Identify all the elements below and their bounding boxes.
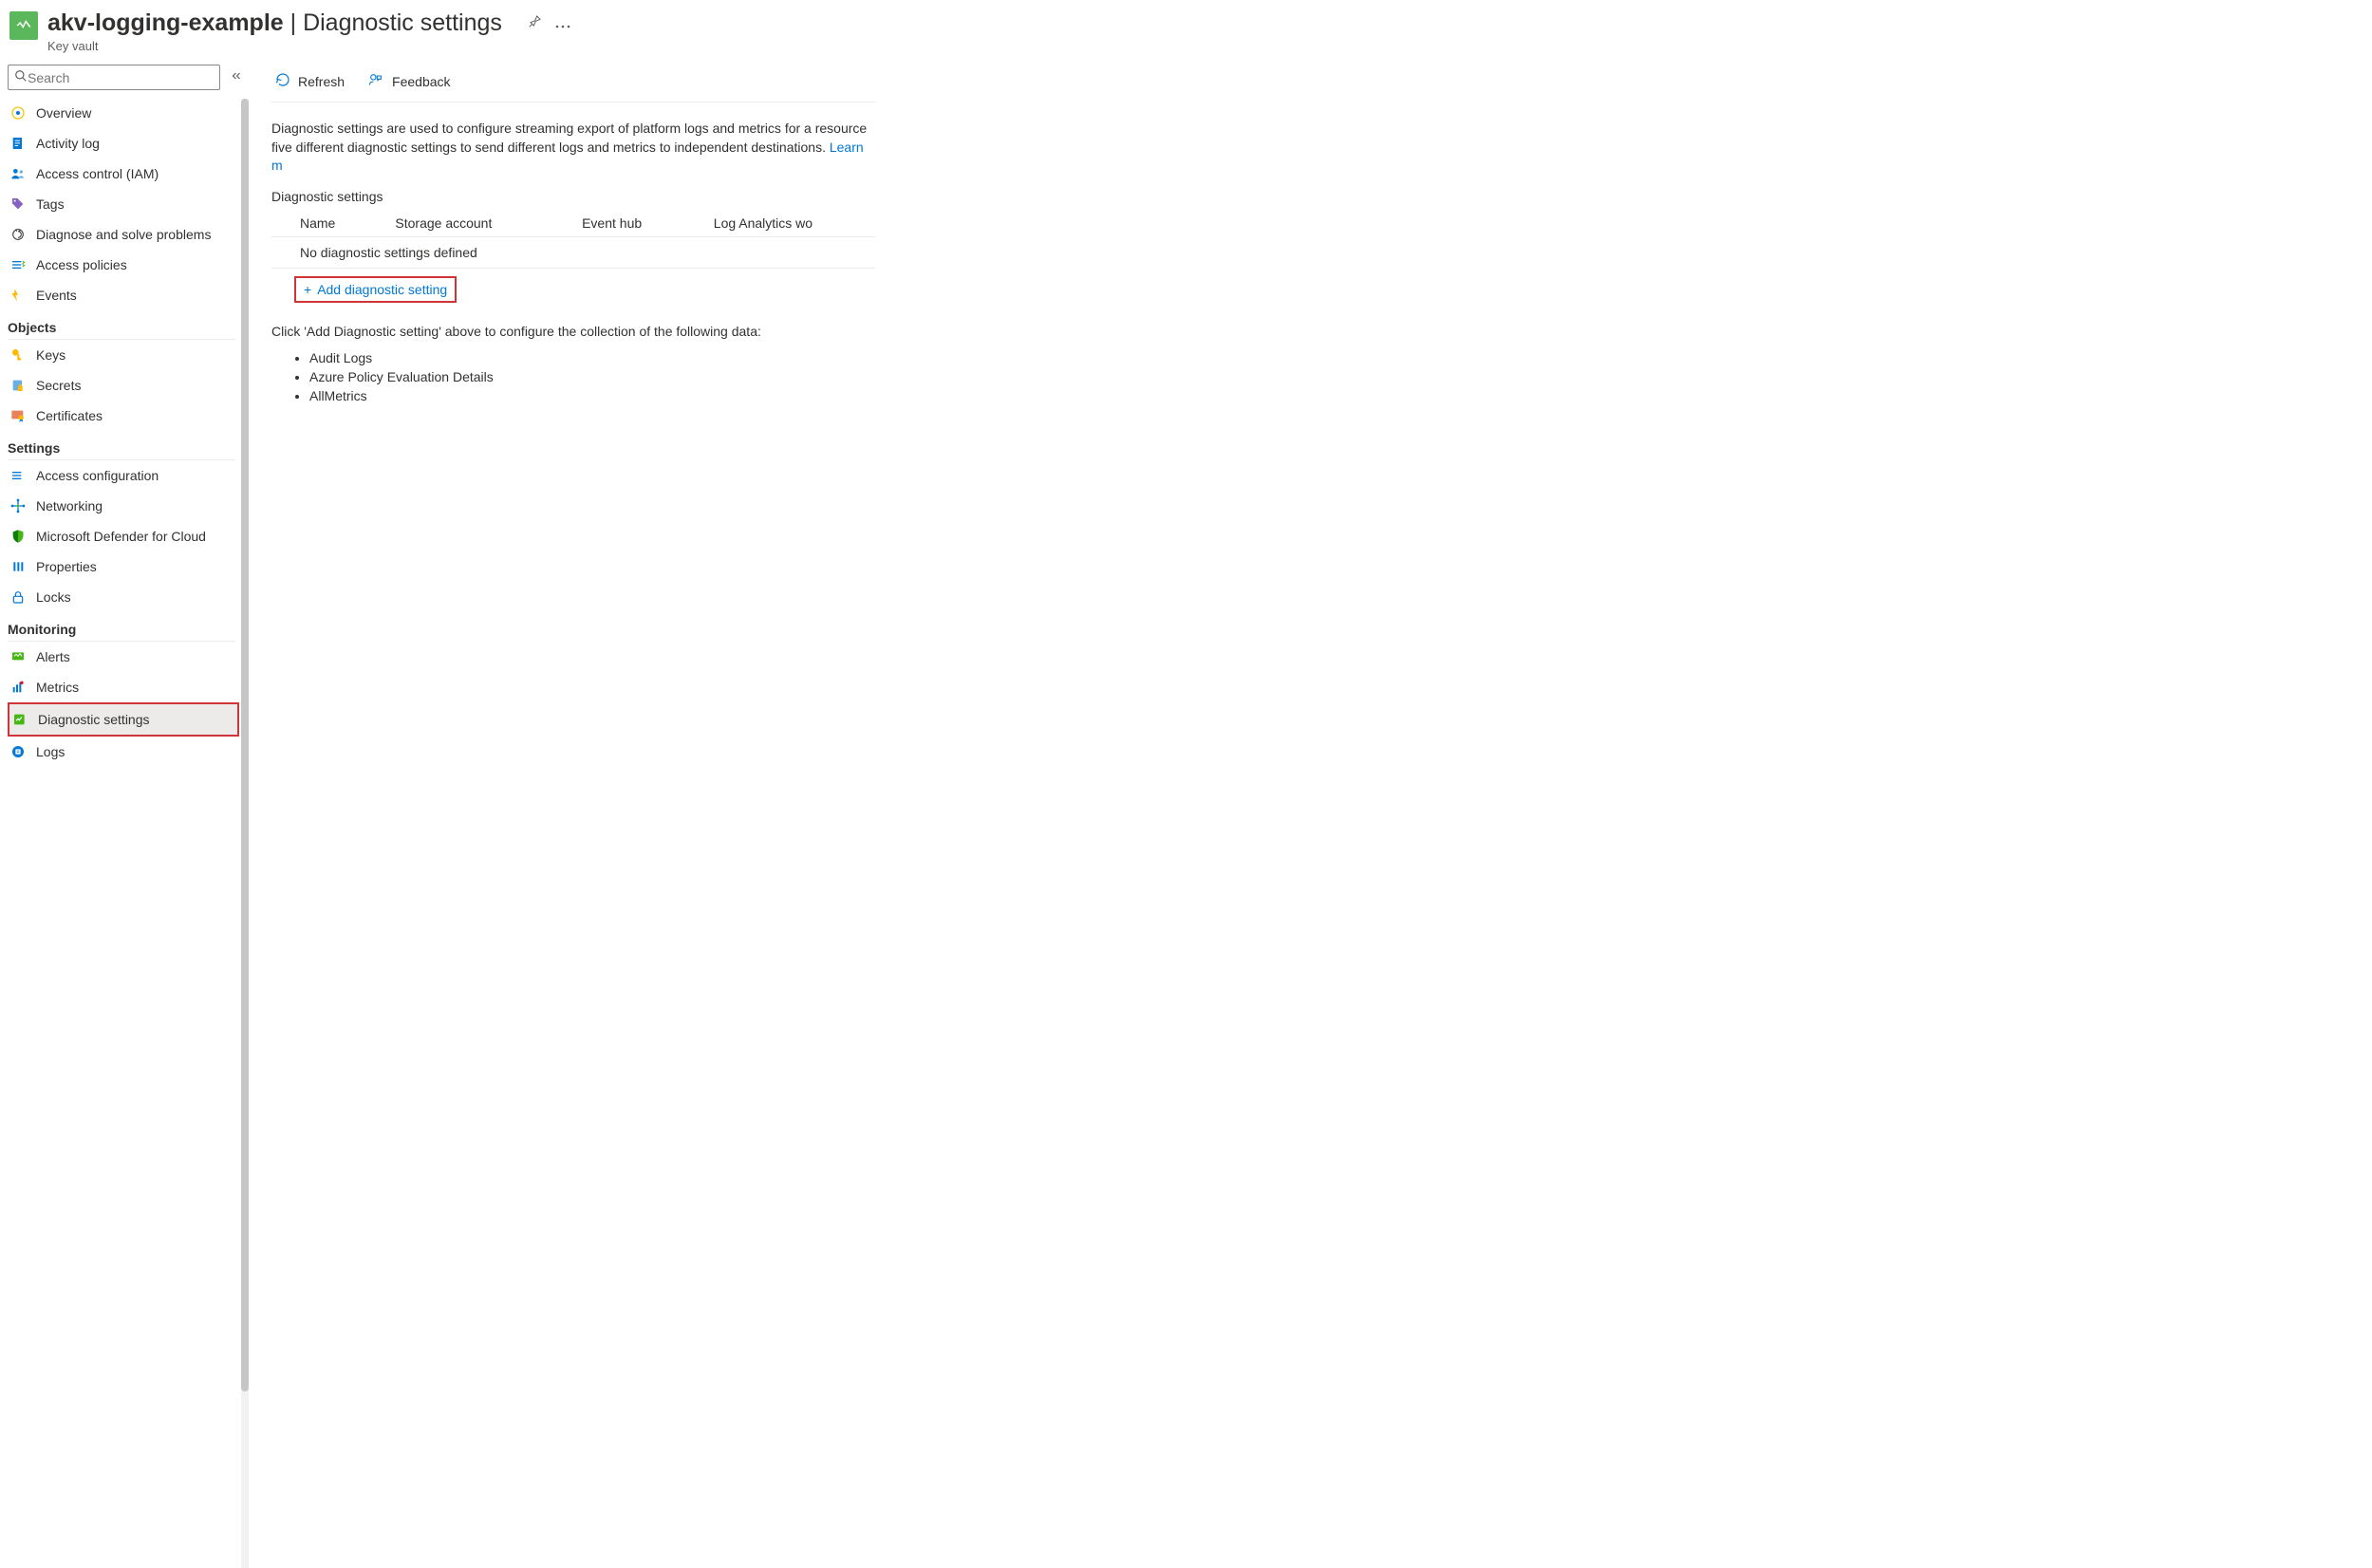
table-empty-row: No diagnostic settings defined	[271, 236, 875, 268]
sidebar-item-label: Properties	[36, 559, 97, 574]
sidebar-item-label: Alerts	[36, 649, 70, 664]
accessconfig-icon	[9, 467, 27, 484]
sidebar-item-label: Locks	[36, 589, 71, 605]
column-header: Storage account	[366, 210, 553, 237]
sidebar: Overview Activity log Access control (IAM)…	[0, 61, 249, 1568]
sidebar-item-alerts[interactable]: Alerts	[8, 642, 239, 672]
diagnose-icon	[9, 226, 27, 243]
search-input[interactable]	[28, 70, 214, 85]
refresh-icon	[275, 72, 290, 90]
configure-hint: Click 'Add Diagnostic setting' above to …	[271, 310, 875, 343]
page-name: Diagnostic settings	[303, 9, 502, 36]
add-diagnostic-label: Add diagnostic setting	[317, 282, 447, 297]
sidebar-item-access-configuration[interactable]: Access configuration	[8, 460, 239, 491]
sidebar-scrollbar[interactable]	[241, 99, 249, 1568]
data-type-item: Audit Logs	[309, 348, 875, 367]
sidebar-item-diagnose-and-solve-problems[interactable]: Diagnose and solve problems	[8, 219, 239, 250]
scrollbar-thumb[interactable]	[241, 99, 249, 1391]
secrets-icon	[9, 377, 27, 394]
column-header: Event hub	[553, 210, 685, 237]
feedback-button[interactable]: Feedback	[364, 70, 454, 92]
refresh-label: Refresh	[298, 74, 345, 89]
resource-type: Key vault	[47, 39, 570, 53]
sidebar-item-access-control-iam-[interactable]: Access control (IAM)	[8, 159, 239, 189]
sidebar-item-label: Access configuration	[36, 468, 159, 483]
diagnostic-settings-label: Diagnostic settings	[271, 183, 875, 210]
sidebar-item-activity-log[interactable]: Activity log	[8, 128, 239, 159]
page-header: akv-logging-example | Diagnostic setting…	[0, 0, 2372, 61]
sidebar-item-label: Diagnostic settings	[38, 712, 150, 727]
networking-icon	[9, 497, 27, 514]
overview-icon	[9, 104, 27, 121]
sidebar-item-microsoft-defender-for-cloud[interactable]: Microsoft Defender for Cloud	[8, 521, 239, 551]
diagsettings-icon	[11, 711, 28, 728]
sidebar-item-label: Diagnose and solve problems	[36, 227, 211, 242]
pin-icon[interactable]	[527, 14, 542, 32]
sidebar-item-certificates[interactable]: Certificates	[8, 401, 239, 431]
sidebar-item-networking[interactable]: Networking	[8, 491, 239, 521]
keyvault-icon	[9, 11, 38, 40]
sidebar-item-locks[interactable]: Locks	[8, 582, 239, 612]
sidebar-item-label: Metrics	[36, 680, 79, 695]
description-text: Diagnostic settings are used to configur…	[271, 103, 875, 183]
properties-icon	[9, 558, 27, 575]
sidebar-item-label: Activity log	[36, 136, 100, 151]
collapse-sidebar-icon[interactable]	[230, 69, 249, 85]
sidebar-item-label: Events	[36, 288, 77, 303]
more-icon[interactable]	[555, 16, 570, 31]
search-icon	[14, 69, 28, 85]
data-types-list: Audit LogsAzure Policy Evaluation Detail…	[271, 348, 875, 405]
sidebar-item-access-policies[interactable]: Access policies	[8, 250, 239, 280]
sidebar-item-events[interactable]: Events	[8, 280, 239, 310]
page-title: akv-logging-example | Diagnostic setting…	[47, 9, 502, 37]
events-icon	[9, 287, 27, 304]
accesspolicies-icon	[9, 256, 27, 273]
feedback-icon	[367, 72, 384, 90]
locks-icon	[9, 588, 27, 606]
alerts-icon	[9, 648, 27, 665]
column-header: Log Analytics wo	[685, 210, 875, 237]
sidebar-item-tags[interactable]: Tags	[8, 189, 239, 219]
plus-icon: +	[304, 282, 311, 297]
sidebar-item-keys[interactable]: Keys	[8, 340, 239, 370]
sidebar-item-logs[interactable]: Logs	[8, 737, 239, 767]
sidebar-item-properties[interactable]: Properties	[8, 551, 239, 582]
iam-icon	[9, 165, 27, 182]
sidebar-item-label: Certificates	[36, 408, 103, 423]
sidebar-item-label: Access policies	[36, 257, 127, 272]
keys-icon	[9, 346, 27, 364]
resource-name: akv-logging-example	[47, 9, 284, 36]
column-header: Name	[271, 210, 366, 237]
sidebar-item-label: Overview	[36, 105, 91, 121]
data-type-item: AllMetrics	[309, 386, 875, 405]
sidebar-item-label: Secrets	[36, 378, 81, 393]
sidebar-item-label: Logs	[36, 744, 65, 759]
sidebar-item-label: Networking	[36, 498, 103, 513]
diagnostic-settings-table: NameStorage accountEvent hubLog Analytic…	[271, 210, 875, 269]
sidebar-item-label: Keys	[36, 347, 65, 363]
sidebar-section-objects: Objects	[8, 310, 235, 340]
add-diagnostic-setting-button[interactable]: + Add diagnostic setting	[294, 276, 457, 303]
feedback-label: Feedback	[392, 74, 450, 89]
main-content: Refresh Feedback Diagnostic settings are…	[249, 61, 875, 1568]
logs-icon	[9, 743, 27, 760]
activitylog-icon	[9, 135, 27, 152]
sidebar-item-diagnostic-settings[interactable]: Diagnostic settings	[8, 702, 239, 737]
sidebar-item-label: Microsoft Defender for Cloud	[36, 529, 206, 544]
data-type-item: Azure Policy Evaluation Details	[309, 367, 875, 386]
sidebar-item-label: Access control (IAM)	[36, 166, 159, 181]
sidebar-item-overview[interactable]: Overview	[8, 98, 239, 128]
metrics-icon	[9, 679, 27, 696]
defender-icon	[9, 528, 27, 545]
tags-icon	[9, 196, 27, 213]
refresh-button[interactable]: Refresh	[271, 70, 348, 92]
sidebar-item-secrets[interactable]: Secrets	[8, 370, 239, 401]
toolbar: Refresh Feedback	[271, 61, 875, 103]
certificates-icon	[9, 407, 27, 424]
sidebar-item-label: Tags	[36, 196, 65, 212]
sidebar-section-monitoring: Monitoring	[8, 612, 235, 642]
sidebar-search[interactable]	[8, 65, 220, 90]
sidebar-section-settings: Settings	[8, 431, 235, 460]
sidebar-item-metrics[interactable]: Metrics	[8, 672, 239, 702]
